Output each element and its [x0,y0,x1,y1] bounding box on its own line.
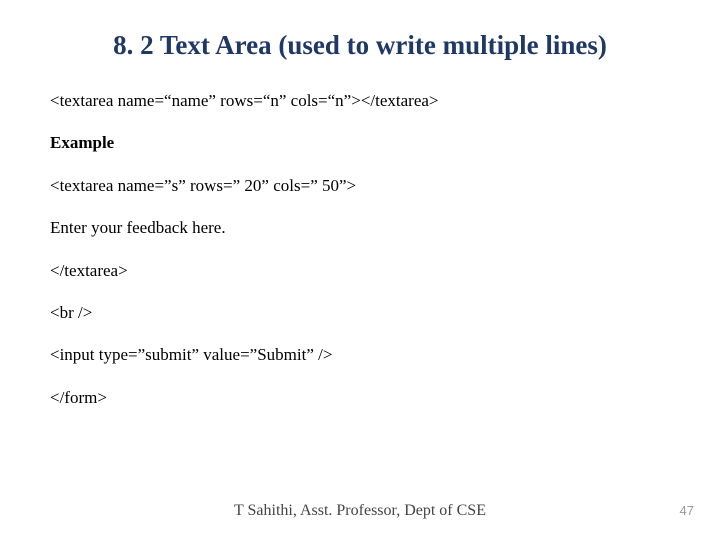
footer-page-number: 47 [680,503,694,518]
code-line-6: </form> [50,388,670,408]
syntax-line: <textarea name=“name” rows=“n” cols=“n”>… [50,91,670,111]
slide: 8. 2 Text Area (used to write multiple l… [0,0,720,540]
code-line-2: Enter your feedback here. [50,218,670,238]
slide-body: <textarea name=“name” rows=“n” cols=“n”>… [50,91,670,408]
example-label: Example [50,133,670,153]
slide-title: 8. 2 Text Area (used to write multiple l… [50,30,670,61]
code-line-4: <br /> [50,303,670,323]
code-line-1: <textarea name=”s” rows=” 20” cols=” 50”… [50,176,670,196]
code-line-5: <input type=”submit” value=”Submit” /> [50,345,670,365]
code-line-3: </textarea> [50,261,670,281]
footer-author: T Sahithi, Asst. Professor, Dept of CSE [0,502,720,520]
